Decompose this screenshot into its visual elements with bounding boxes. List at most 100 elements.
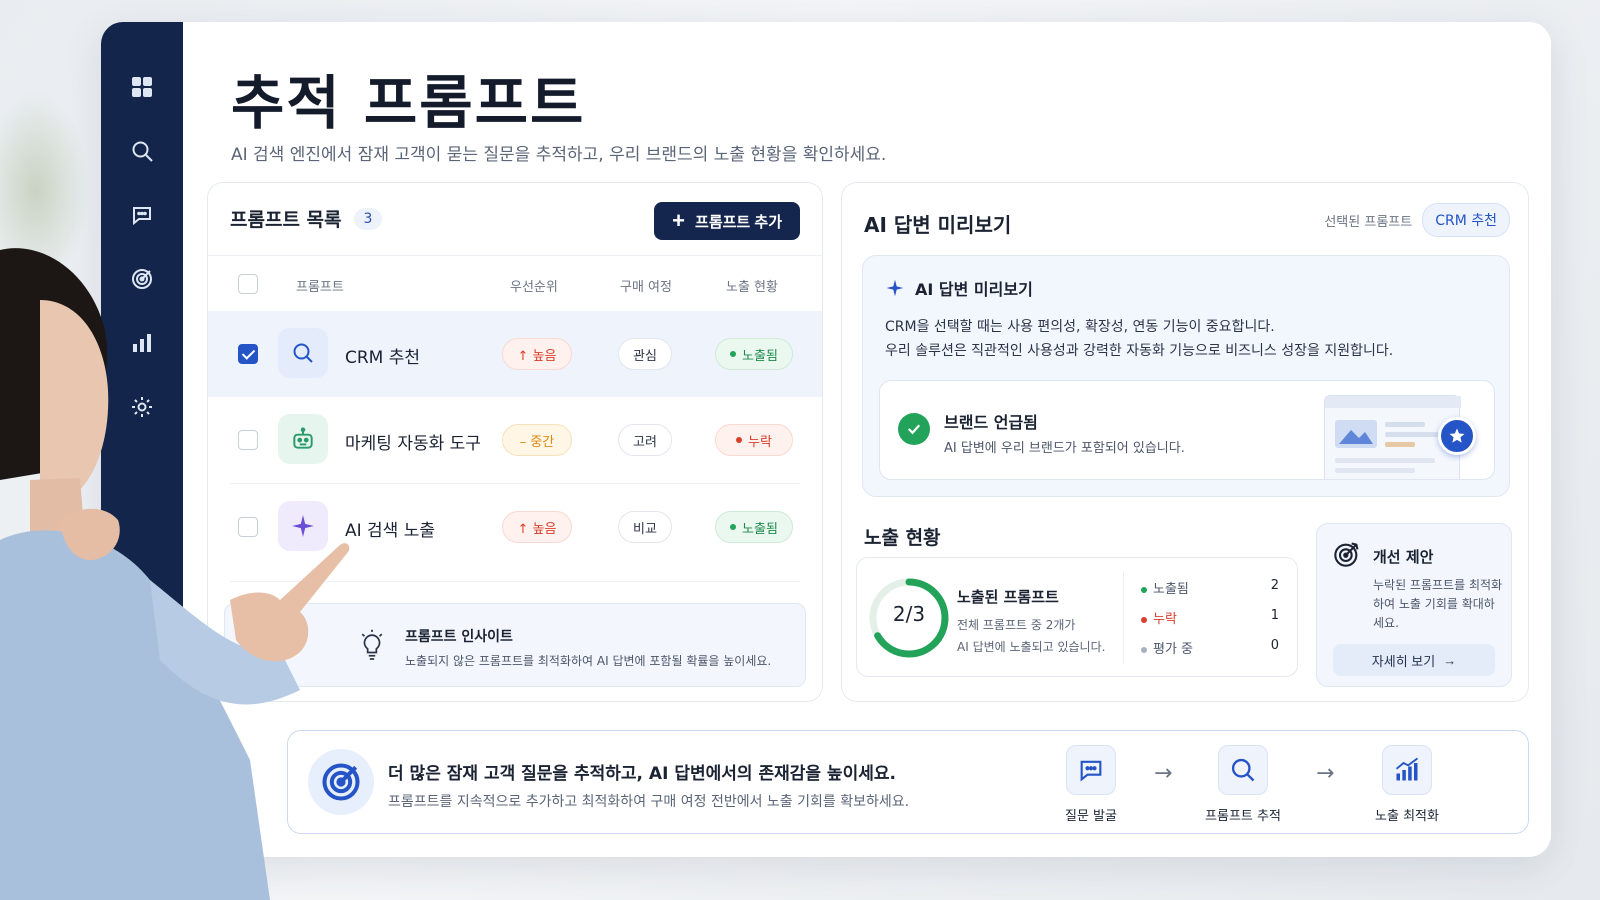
stage-badge: 관심 [618, 338, 672, 370]
star-icon [1438, 417, 1476, 455]
exposure-label: 노출됨 [742, 521, 778, 537]
ai-preview-card: AI 답변 미리보기 선택된 프롬프트 CRM 추천 AI 답변 미리보기 CR… [841, 182, 1529, 702]
exposure-text: AI 답변에 노출되고 있습니다. [957, 640, 1106, 654]
divider [1123, 572, 1124, 664]
check-circle-icon [898, 413, 930, 445]
exposure-ratio: 2/3 [892, 602, 926, 626]
exposure-label: 노출됨 [742, 348, 778, 364]
priority-badge: ↑ 높음 [502, 338, 572, 370]
row-checkbox[interactable] [238, 344, 258, 364]
column-header-exposure: 노출 현황 [726, 280, 778, 295]
sidebar [101, 22, 183, 857]
column-header-prompt: 프롬프트 [296, 280, 344, 295]
prompt-insight-box: 프롬프트 인사이트 노출되지 않은 프롬프트를 최적화하여 AI 답변에 포함될… [224, 603, 806, 687]
arrow-right-icon: → [1443, 652, 1457, 668]
brand-mention-text: AI 답변에 우리 브랜드가 포함되어 있습니다. [944, 441, 1185, 456]
search-icon [1218, 745, 1268, 795]
prompt-list-header: 프롬프트 목록 3 [230, 205, 383, 232]
column-header-priority: 우선순위 [510, 280, 558, 295]
improvement-suggestion-box: 개선 제안 누락된 프롬프트를 최적화하여 노출 기회를 확대하세요. 자세히 … [1316, 523, 1512, 687]
insight-title: 프롬프트 인사이트 [405, 629, 513, 645]
step-label: 노출 최적화 [1375, 809, 1439, 824]
exposure-heading: 노출된 프롬프트 [957, 588, 1059, 606]
legend-key: 평가 중 [1141, 638, 1193, 657]
exposure-summary-box: 2/3 노출된 프롬프트 전체 프롬프트 중 2개가 AI 답변에 노출되고 있… [856, 557, 1298, 677]
selected-prompt-pill[interactable]: CRM 추천 [1422, 203, 1510, 237]
status-dot [730, 351, 737, 357]
growth-chart-icon [1382, 745, 1432, 795]
background-plant [0, 90, 90, 290]
view-details-label: 자세히 보기 [1371, 653, 1436, 669]
legend-dot [1141, 617, 1147, 623]
exposure-status-title: 노출 현황 [864, 527, 941, 549]
legend-label: 누락 [1153, 612, 1177, 627]
exposure-badge: 누락 [715, 424, 793, 456]
gear-icon[interactable] [129, 390, 155, 424]
table-row[interactable]: AI 검색 노출 ↑ 높음 비교 노출됨 [208, 484, 822, 570]
sparkle-icon [886, 279, 904, 297]
legend-label: 평가 중 [1153, 642, 1194, 657]
target-icon[interactable] [129, 262, 155, 296]
target-icon [308, 749, 374, 815]
selected-prompt-label: 선택된 프롬프트 [1324, 214, 1413, 230]
brand-mention-box: 브랜드 언급됨 AI 답변에 우리 브랜드가 포함되어 있습니다. [879, 380, 1495, 480]
table-row[interactable]: CRM 추천 ↑ 높음 관심 노출됨 [208, 311, 822, 397]
ai-preview-title: AI 답변 미리보기 [864, 213, 1012, 237]
step-discover: 질문 발굴 [1046, 745, 1136, 824]
legend-value: 1 [1270, 608, 1279, 623]
preview-title: AI 답변 미리보기 [915, 280, 1033, 299]
bar-chart-icon[interactable] [129, 326, 155, 360]
target-icon [1334, 542, 1359, 567]
legend-value: 2 [1270, 578, 1279, 593]
banner-title: 더 많은 잠재 고객 질문을 추적하고, AI 답변에서의 존재감을 높이세요. [388, 764, 896, 784]
search-icon [278, 328, 328, 378]
legend-dot [1141, 647, 1147, 653]
stage-badge: 고려 [618, 424, 672, 456]
step-label: 프롬프트 추적 [1205, 809, 1281, 824]
table-row[interactable]: 마케팅 자동화 도구 – 중간 고려 누락 [208, 397, 822, 483]
table-header: 프롬프트 우선순위 구매 여정 노출 현황 [208, 255, 822, 311]
preview-answer-line: 우리 솔루션은 직관적인 사용성과 강력한 자동화 기능으로 비즈니스 성장을 … [885, 343, 1394, 359]
preview-header: AI 답변 미리보기 [885, 276, 1033, 300]
select-all-checkbox[interactable] [238, 274, 258, 294]
arrow-right-icon: → [1316, 761, 1335, 786]
preview-answer-line: CRM을 선택할 때는 사용 편의성, 확장성, 연동 기능이 중요합니다. [885, 319, 1275, 335]
page-subtitle: AI 검색 엔진에서 잠재 고객이 묻는 질문을 추적하고, 우리 브랜드의 노… [231, 145, 887, 165]
suggestion-title: 개선 제안 [1373, 548, 1434, 566]
grid-icon[interactable] [129, 70, 155, 104]
page-title: 추적 프롬프트 [231, 69, 586, 137]
prompt-name: 마케팅 자동화 도구 [345, 434, 481, 454]
prompt-list-title: 프롬프트 목록 [230, 209, 342, 231]
prompt-list-card: 프롬프트 목록 3 + 프롬프트 추가 프롬프트 우선순위 구매 여정 노출 현… [207, 182, 823, 702]
step-optimize: 노출 최적화 [1362, 745, 1452, 824]
search-icon[interactable] [129, 134, 155, 168]
legend-key: 누락 [1141, 608, 1177, 627]
exposure-label: 누락 [748, 434, 772, 450]
chat-icon [1066, 745, 1116, 795]
row-divider [230, 581, 800, 582]
row-checkbox[interactable] [238, 430, 258, 450]
legend-dot [1141, 587, 1147, 593]
prompt-name: CRM 추천 [345, 348, 421, 368]
suggestion-text: 누락된 프롬프트를 최적화하여 노출 기회를 확대하세요. [1373, 578, 1503, 630]
chat-icon[interactable] [129, 198, 155, 232]
stage-badge: 비교 [618, 511, 672, 543]
brand-mention-title: 브랜드 언급됨 [944, 413, 1038, 432]
exposure-badge: 노출됨 [715, 511, 793, 543]
lightbulb-icon [361, 629, 383, 660]
status-dot [730, 524, 737, 530]
selected-prompt: 선택된 프롬프트 CRM 추천 [1324, 203, 1510, 237]
column-header-stage: 구매 여정 [620, 280, 672, 295]
view-details-button[interactable]: 자세히 보기 → [1333, 644, 1495, 676]
step-label: 질문 발굴 [1065, 809, 1117, 824]
add-prompt-button[interactable]: + 프롬프트 추가 [654, 202, 800, 240]
robot-icon [278, 414, 328, 464]
step-track: 프롬프트 추적 [1198, 745, 1288, 824]
legend-key: 노출됨 [1141, 578, 1189, 597]
banner-text: 프롬프트를 지속적으로 추가하고 최적화하여 구매 여정 전반에서 노출 기회를… [388, 794, 910, 810]
add-prompt-label: 프롬프트 추가 [695, 213, 782, 231]
exposure-text: 전체 프롬프트 중 2개가 [957, 618, 1076, 632]
ai-answer-preview: AI 답변 미리보기 CRM을 선택할 때는 사용 편의성, 확장성, 연동 기… [862, 255, 1510, 497]
arrow-right-icon: → [1154, 761, 1173, 786]
row-checkbox[interactable] [238, 517, 258, 537]
